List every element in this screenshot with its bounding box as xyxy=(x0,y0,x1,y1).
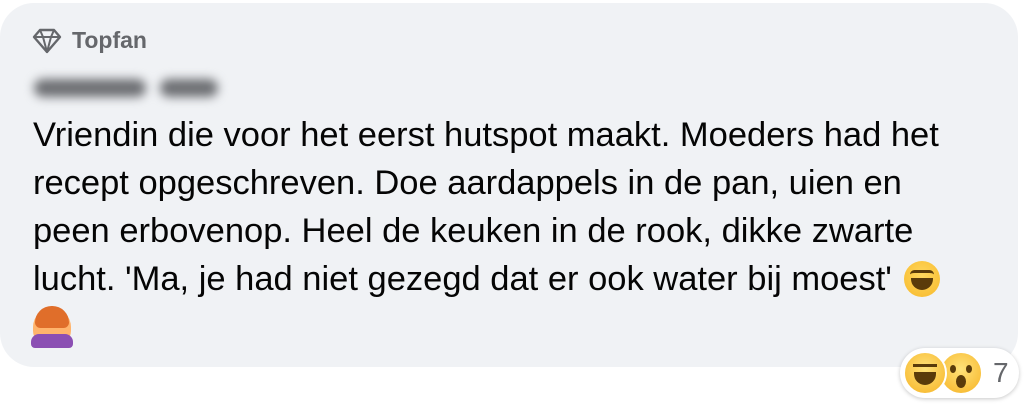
author-name-blurred[interactable] xyxy=(34,71,220,105)
comment-line-emoji xyxy=(31,303,998,351)
comment-line: Vriendin die voor het eerst hutspot maak… xyxy=(33,116,939,154)
topfan-badge[interactable]: Topfan xyxy=(32,27,147,54)
comment-line-last: lucht. 'Ma, je had niet gezegd dat er oo… xyxy=(33,255,998,303)
comment-line: recept opgeschreven. Doe aardappels in d… xyxy=(33,164,902,202)
reaction-count: 7 xyxy=(993,357,1009,388)
laughing-face-emoji xyxy=(903,261,940,297)
haha-reaction-icon xyxy=(903,351,947,395)
badge-label: Topfan xyxy=(72,27,147,53)
comment-text: Vriendin die voor het eerst hutspot maak… xyxy=(31,111,998,351)
comment-line: lucht. 'Ma, je had niet gezegd dat er oo… xyxy=(33,260,892,298)
comment-line: peen erbovenop. Heel de keuken in de roo… xyxy=(33,212,914,250)
reactions-summary[interactable]: 7 xyxy=(900,348,1019,398)
comment-bubble: Topfan Vriendin die voor het eerst hutsp… xyxy=(0,3,1018,367)
diamond-icon xyxy=(32,28,62,54)
woman-facepalming-emoji xyxy=(31,306,73,348)
